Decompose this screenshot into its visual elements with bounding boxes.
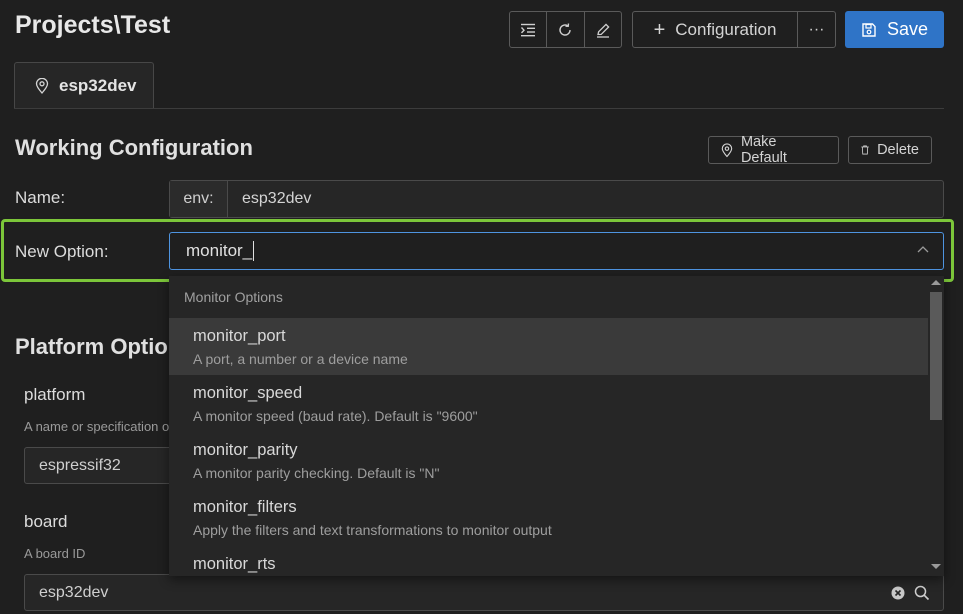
make-default-button[interactable]: Make Default [708,134,839,166]
ellipsis-icon: ··· [808,20,825,38]
tab-esp32dev[interactable]: esp32dev [14,62,154,109]
location-pin-icon [721,142,733,157]
chevron-up-icon[interactable] [917,245,929,253]
refresh-icon [559,22,572,36]
page-title: Projects\Test [15,11,171,39]
toolbar-button-group [509,11,622,48]
dropdown-item-monitor-parity[interactable]: monitor_parity A monitor parity checking… [169,432,944,489]
delete-label: Delete [877,142,919,158]
clear-icon[interactable] [891,586,905,600]
edit-button[interactable] [585,12,621,47]
name-field[interactable]: env: esp32dev [169,180,944,218]
new-option-value: monitor_ [186,241,253,260]
platform-options-title: Platform Options [15,334,194,359]
dropdown-scrollbar[interactable] [928,276,944,576]
dropdown-item-desc: A port, a number or a device name [193,351,408,367]
dropdown-item-desc: A monitor speed (baud rate). Default is … [193,408,478,424]
dropdown-item-monitor-rts[interactable]: monitor_rts [169,546,944,576]
scroll-down-arrow-icon[interactable] [931,564,941,569]
indent-button[interactable] [510,12,548,47]
pencil-icon [596,22,610,38]
board-option-name: board [24,512,68,531]
add-configuration-label: Configuration [675,19,777,39]
add-configuration-button[interactable]: + Configuration [633,12,798,47]
dropdown-group-label: Monitor Options [184,289,283,305]
floppy-disk-icon [862,22,876,37]
new-option-label: New Option: [15,242,109,261]
plus-icon: + [653,18,666,41]
save-label: Save [886,19,929,39]
more-button[interactable]: ··· [798,12,835,47]
dropdown-item-name: monitor_rts [193,555,276,573]
scroll-up-arrow-icon[interactable] [931,280,941,285]
dropdown-item-name: monitor_port [193,327,286,345]
platform-option-help: A name or specification of development p… [24,419,169,434]
tab-divider [14,108,944,109]
dropdown-item-monitor-speed[interactable]: monitor_speed A monitor speed (baud rate… [169,375,944,432]
indent-icon [521,23,536,36]
dropdown-item-name: monitor_filters [193,498,297,516]
name-label: Name: [15,188,66,207]
env-prefix: env: [170,181,228,217]
dropdown-item-monitor-filters[interactable]: monitor_filters Apply the filters and te… [169,489,944,546]
platform-option-name: platform [24,385,86,404]
dropdown-item-desc: Apply the filters and text transformatio… [193,522,552,538]
working-configuration-title: Working Configuration [15,135,253,160]
make-default-label: Make Default [740,134,787,166]
new-option-input[interactable]: monitor_ [169,232,944,270]
search-icon[interactable] [914,585,930,601]
option-dropdown: Monitor Options monitor_port A port, a n… [169,276,944,576]
dropdown-item-name: monitor_parity [193,441,298,459]
dropdown-item-desc: A monitor parity checking. Default is "N… [193,465,440,481]
trash-icon [861,145,869,155]
dropdown-item-monitor-port[interactable]: monitor_port A port, a number or a devic… [169,318,944,375]
board-field[interactable]: esp32dev [24,574,944,611]
text-cursor [253,241,255,261]
name-value[interactable]: esp32dev [228,181,311,217]
scroll-thumb[interactable] [930,292,942,420]
board-option-help: A board ID [24,546,86,561]
refresh-button[interactable] [547,12,585,47]
location-pin-icon [35,78,49,94]
delete-button[interactable]: Delete [848,136,932,164]
board-field-value: esp32dev [39,583,109,601]
platform-field-value: espressif32 [39,456,121,474]
configuration-button-group: + Configuration ··· [632,11,836,48]
save-button[interactable]: Save [845,11,944,48]
tab-label: esp32dev [59,76,137,95]
dropdown-item-name: monitor_speed [193,384,303,402]
